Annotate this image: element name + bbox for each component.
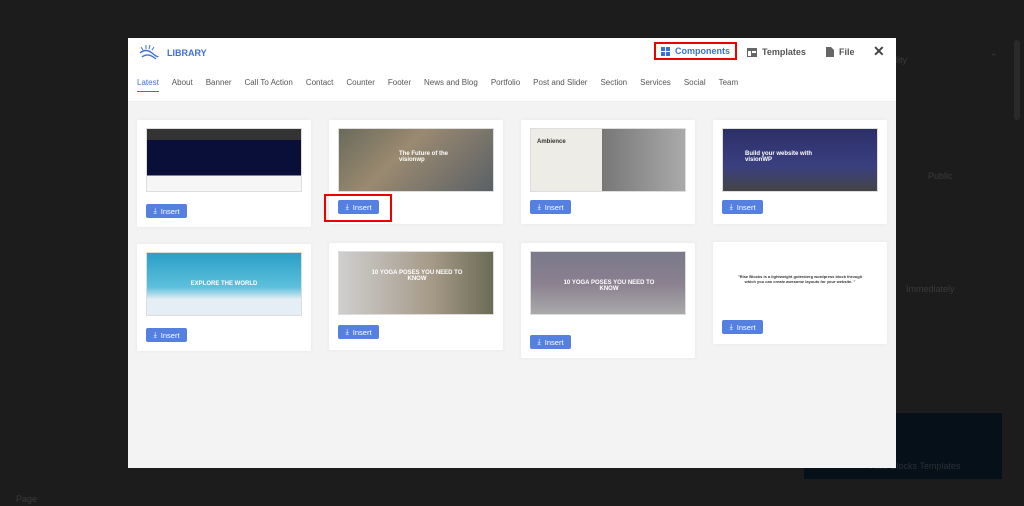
insert-button[interactable]: ⤓ Insert [530,335,571,349]
components-button[interactable]: Components [654,42,737,60]
insert-button[interactable]: ⤓ Insert [722,200,763,214]
template-preview-image: "Rise Blocks is a lightweight gutenberg … [722,250,878,314]
template-icon [747,47,757,57]
download-icon: ⤓ [537,337,541,346]
insert-label: Insert [160,206,180,216]
grid-icon [661,46,670,56]
insert-label: Insert [736,322,756,332]
close-icon[interactable]: ✕ [873,43,885,60]
template-preview-image: 10 YOGA POSES YOU NEED TO KNOW [338,251,494,315]
preview-heading: Build your website with visionWP [745,151,813,163]
bg-page-label: Page [16,494,38,504]
tab-counter[interactable]: Counter [346,78,374,92]
preview-heading: 10 YOGA POSES YOU NEED TO KNOW [371,270,463,282]
insert-label: Insert [352,327,372,337]
tab-services[interactable]: Services [640,78,671,92]
download-icon: ⤓ [153,330,157,339]
tab-footer[interactable]: Footer [388,78,411,92]
preview-heading: Ambience [537,139,566,145]
bg-scrollbar [1014,40,1020,120]
insert-label: Insert [544,337,564,347]
template-card: 10 YOGA POSES YOU NEED TO KNOW ⤓ Insert [329,243,503,350]
tab-portfolio[interactable]: Portfolio [491,78,520,92]
insert-button[interactable]: ⤓ Insert [146,328,187,342]
template-card: Ambience ⤓ Insert [521,120,695,224]
template-card: "Rise Blocks is a lightweight gutenberg … [713,242,887,344]
templates-button[interactable]: Templates [742,44,811,60]
insert-label: Insert [736,202,756,212]
insert-button[interactable]: ⤓ Insert [530,200,571,214]
template-preview-image: 10 YOGA POSES YOU NEED TO KNOW [530,251,686,315]
template-preview-image: Build your website with visionWP [722,128,878,192]
library-logo-icon [139,44,159,60]
download-icon: ⤓ [153,206,157,215]
template-card: ⤓ Insert [137,120,311,227]
file-label: File [839,47,855,57]
template-preview-image: Ambience [530,128,686,192]
download-icon: ⤓ [345,327,349,336]
tab-post-and-slider[interactable]: Post and Slider [533,78,587,92]
preview-heading: The Future of the visionwp [399,151,448,163]
tab-call-to-action[interactable]: Call To Action [245,78,293,92]
insert-label: Insert [160,330,180,340]
template-card: 10 YOGA POSES YOU NEED TO KNOW ⤓ Insert [521,243,695,358]
bg-chevron-up-icon: ⌃ [990,52,998,62]
insert-button[interactable]: ⤓ Insert [722,320,763,334]
tab-contact[interactable]: Contact [306,78,334,92]
tab-team[interactable]: Team [719,78,739,92]
modal-header: LIBRARY Components Templates File ✕ Late… [128,38,896,102]
download-icon: ⤓ [537,202,541,211]
modal-title: LIBRARY [167,48,207,58]
template-preview-image: The Future of the visionwp [338,128,494,192]
insert-label: Insert [544,202,564,212]
preview-heading: 10 YOGA POSES YOU NEED TO KNOW [563,280,655,292]
tab-banner[interactable]: Banner [206,78,232,92]
template-card: EXPLORE THE WORLD ⤓ Insert [137,244,311,351]
insert-button[interactable]: ⤓ Insert [338,325,379,339]
preview-heading: "Rise Blocks is a lightweight gutenberg … [737,274,863,284]
download-icon: ⤓ [729,202,733,211]
template-preview-image: EXPLORE THE WORLD [146,252,302,316]
tab-about[interactable]: About [172,78,193,92]
tab-social[interactable]: Social [684,78,706,92]
file-icon [826,47,834,57]
category-tabs: Latest About Banner Call To Action Contact Co… [137,78,738,92]
template-card: Build your website with visionWP ⤓ Insert [713,120,887,224]
bg-public-label: Public [928,171,953,181]
file-button[interactable]: File [821,44,860,60]
bg-immediately-label: Immediately [906,284,955,294]
download-icon: ⤓ [729,322,733,331]
library-modal: LIBRARY Components Templates File ✕ Late… [128,38,896,468]
tab-news-and-blog[interactable]: News and Blog [424,78,478,92]
bg-visibility-label: lity [896,55,907,65]
preview-heading: EXPLORE THE WORLD [190,281,258,287]
highlight-box [324,194,392,222]
template-preview-image [146,128,302,192]
tab-latest[interactable]: Latest [137,78,159,92]
tab-section[interactable]: Section [600,78,627,92]
components-label: Components [675,46,730,56]
templates-label: Templates [762,47,806,57]
insert-button[interactable]: ⤓ Insert [146,204,187,218]
